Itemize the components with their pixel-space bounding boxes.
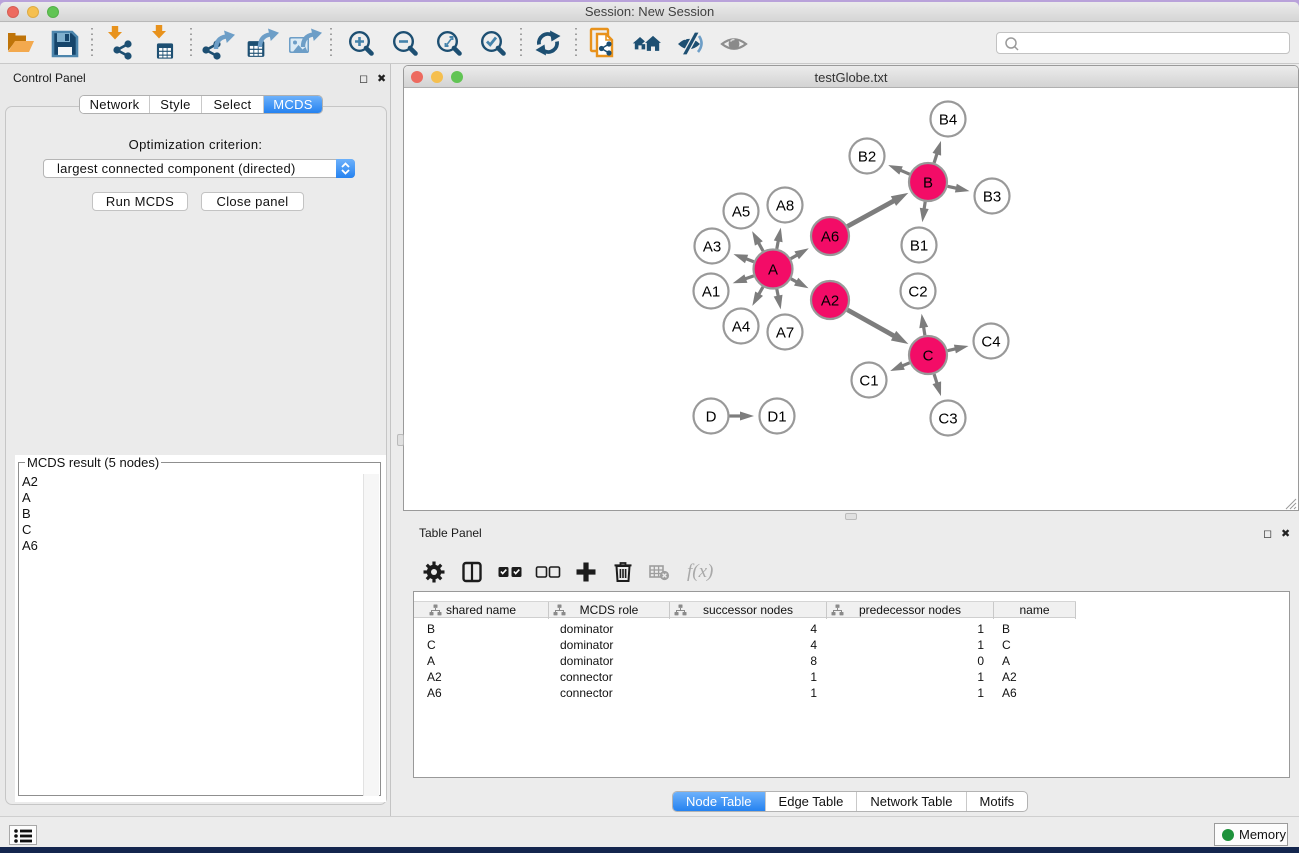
svg-text:A: A	[768, 262, 778, 279]
svg-text:B: B	[923, 175, 933, 192]
svg-text:C4: C4	[981, 334, 1000, 351]
svg-text:B4: B4	[939, 112, 957, 129]
svg-text:C2: C2	[908, 284, 927, 301]
svg-text:A1: A1	[702, 284, 720, 301]
svg-text:A4: A4	[732, 319, 750, 336]
svg-text:C1: C1	[859, 373, 878, 390]
svg-text:D: D	[706, 409, 717, 426]
svg-text:A6: A6	[821, 229, 839, 246]
svg-text:C: C	[923, 348, 934, 365]
svg-text:B2: B2	[858, 149, 876, 166]
svg-text:C3: C3	[938, 411, 957, 428]
svg-text:A5: A5	[732, 204, 750, 221]
svg-text:B1: B1	[910, 238, 928, 255]
svg-text:A8: A8	[776, 198, 794, 215]
svg-text:A3: A3	[703, 239, 721, 256]
svg-text:A2: A2	[821, 293, 839, 310]
svg-text:D1: D1	[767, 409, 786, 426]
svg-text:A7: A7	[776, 325, 794, 342]
svg-text:B3: B3	[983, 189, 1001, 206]
